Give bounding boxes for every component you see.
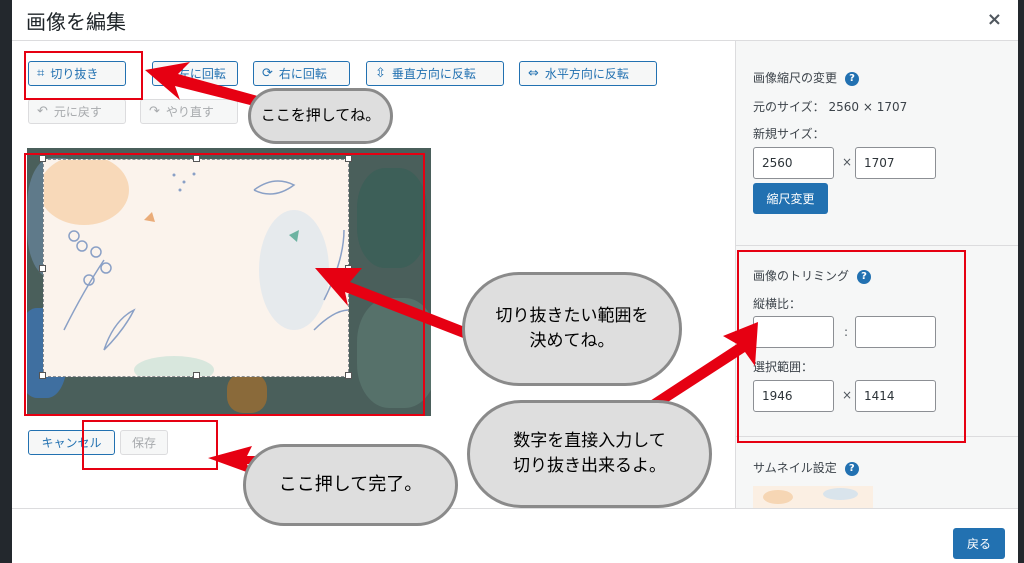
rotate-left-label: 左に回転 — [177, 67, 226, 81]
help-icon[interactable]: ? — [845, 71, 860, 86]
new-size-label: 新規サイズ： — [753, 127, 825, 141]
rotate-right-icon: ⟳ — [262, 66, 273, 81]
flip-vertical-icon: ⇳ — [375, 66, 386, 81]
crop-button-highlight — [24, 51, 143, 100]
annotation-press-to-finish: ここ押して完了。 — [243, 444, 458, 526]
save-button-highlight — [82, 420, 218, 470]
annotation-press-here: ここを押してね。 — [248, 88, 393, 144]
crop-area-highlight — [24, 153, 425, 416]
flip-horizontal-label: 水平方向に反転 — [544, 67, 629, 81]
crop-settings-highlight — [737, 250, 966, 443]
flip-horizontal-icon: ⇔ — [528, 66, 539, 81]
undo-label: 元に戻す — [53, 105, 102, 119]
redo-icon: ↷ — [149, 104, 160, 119]
rotate-left-icon: ⟲ — [161, 66, 172, 81]
modal-header: 画像を編集 × — [12, 0, 1018, 41]
rotate-right-button[interactable]: ⟳ 右に回転 — [253, 61, 350, 86]
redo-button[interactable]: ↷ やり直す — [140, 99, 238, 124]
modal-footer: 戻る — [12, 508, 1018, 563]
scale-heading: 画像縮尺の変更? — [753, 69, 860, 86]
annotation-direct-input: 数字を直接入力して 切り抜き出来るよ。 — [467, 400, 712, 508]
undo-icon: ↶ — [37, 104, 48, 119]
new-width-input[interactable]: 2560 — [753, 147, 834, 179]
flip-horizontal-button[interactable]: ⇔ 水平方向に反転 — [519, 61, 657, 86]
thumbnail-heading: サムネイル設定? — [753, 459, 859, 476]
backdrop-right — [1018, 0, 1024, 563]
back-button[interactable]: 戻る — [953, 528, 1005, 559]
annotation-decide-range: 切り抜きたい範囲を 決めてね。 — [462, 272, 682, 386]
rotate-left-button[interactable]: ⟲ 左に回転 — [152, 61, 238, 86]
scale-button[interactable]: 縮尺変更 — [753, 183, 828, 214]
original-size: 元のサイズ： 2560 × 1707 — [753, 100, 908, 114]
thumbnail-preview — [753, 486, 873, 508]
modal-title: 画像を編集 — [26, 10, 126, 34]
close-icon[interactable]: × — [987, 9, 1002, 30]
redo-label: やり直す — [165, 105, 214, 119]
help-icon[interactable]: ? — [844, 461, 859, 476]
flip-vertical-button[interactable]: ⇳ 垂直方向に反転 — [366, 61, 504, 86]
size-times: × — [842, 155, 853, 169]
backdrop-left — [0, 0, 12, 563]
undo-button[interactable]: ↶ 元に戻す — [28, 99, 126, 124]
new-height-input[interactable]: 1707 — [855, 147, 936, 179]
rotate-right-label: 右に回転 — [278, 67, 327, 81]
flip-vertical-label: 垂直方向に反転 — [391, 67, 476, 81]
